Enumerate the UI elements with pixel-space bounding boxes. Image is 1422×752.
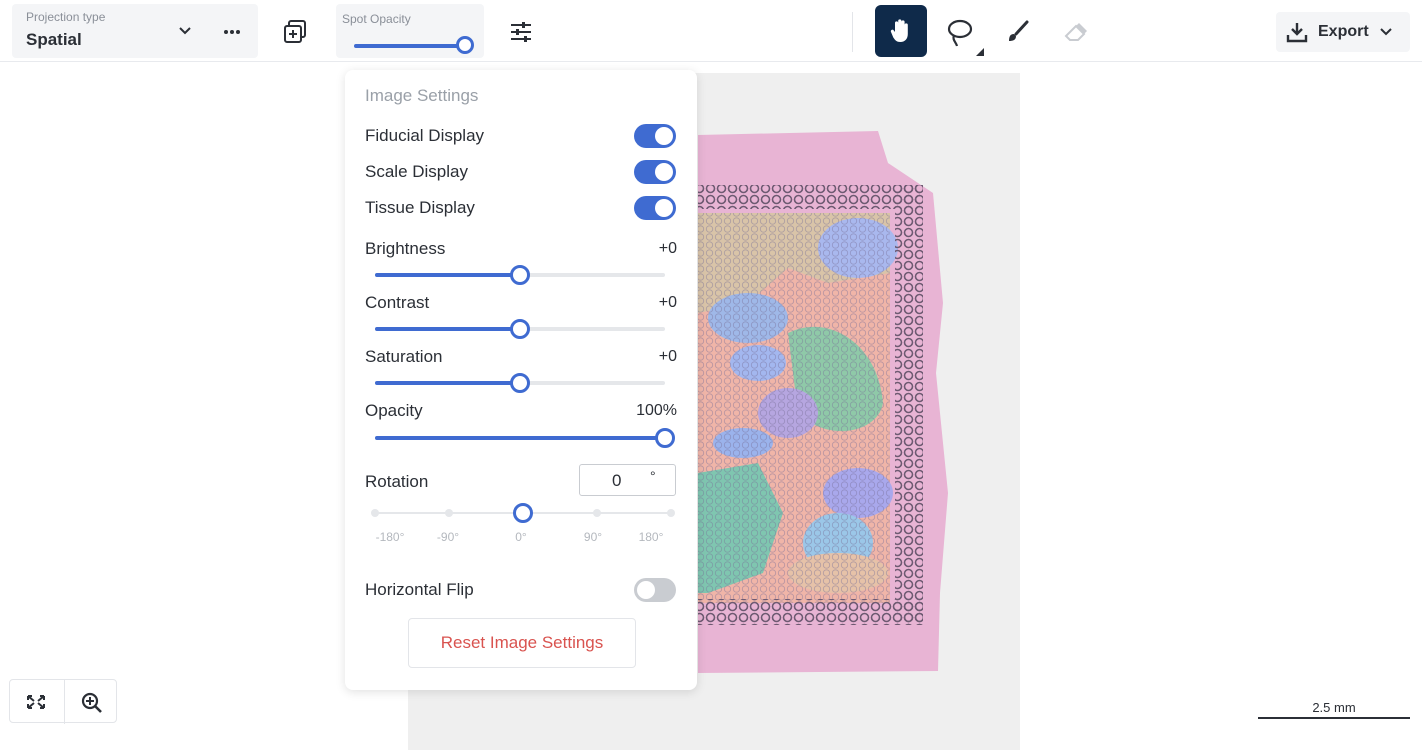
saturation-slider-thumb[interactable] bbox=[510, 373, 530, 393]
view-controls-divider bbox=[64, 680, 65, 724]
lasso-icon bbox=[947, 19, 984, 56]
brightness-value: +0 bbox=[658, 240, 677, 257]
scale-bar-label: 2.5 mm bbox=[1312, 700, 1356, 715]
hand-tool-button[interactable] bbox=[875, 5, 927, 57]
rotation-input-value: 0 bbox=[612, 471, 622, 490]
rotation-tick: 0° bbox=[515, 530, 527, 544]
zoom-in-icon[interactable] bbox=[80, 692, 104, 714]
spot-opacity-track[interactable] bbox=[354, 44, 466, 48]
spot-opacity-thumb[interactable] bbox=[456, 36, 474, 54]
view-controls bbox=[9, 679, 117, 724]
more-icon[interactable] bbox=[220, 20, 244, 44]
filter-sliders-icon bbox=[511, 22, 531, 42]
opacity-value: 100% bbox=[636, 402, 677, 419]
chevron-down-icon bbox=[1379, 28, 1392, 36]
projection-type-select[interactable]: Projection type Spatial bbox=[12, 4, 258, 58]
image-settings-panel: Image Settings Fiducial Display Scale Di… bbox=[345, 70, 697, 690]
rotation-stop bbox=[593, 509, 601, 517]
rotation-slider[interactable] bbox=[371, 503, 675, 523]
opacity-label: Opacity bbox=[365, 401, 423, 420]
layers-button[interactable] bbox=[280, 16, 312, 48]
projection-type-label: Projection type bbox=[26, 10, 106, 24]
app-window: Projection type Spatial Spot Opacity Exp… bbox=[0, 0, 1422, 752]
brush-icon bbox=[1009, 20, 1029, 41]
horizontal-flip-label: Horizontal Flip bbox=[365, 580, 474, 599]
saturation-value: +0 bbox=[658, 348, 677, 365]
spot-opacity-label: Spot Opacity bbox=[342, 12, 411, 26]
rotation-tick: 180° bbox=[638, 530, 664, 544]
rotation-unit: ° bbox=[650, 468, 656, 484]
rotation-tick: -90° bbox=[436, 530, 460, 544]
tissue-display-toggle[interactable] bbox=[634, 196, 676, 220]
brush-tool-button[interactable] bbox=[1000, 14, 1036, 50]
brightness-slider-thumb[interactable] bbox=[510, 265, 530, 285]
rotation-stop bbox=[667, 509, 675, 517]
download-icon bbox=[1286, 23, 1308, 43]
rotation-label: Rotation bbox=[365, 472, 429, 491]
toolbar: Projection type Spatial Spot Opacity Exp… bbox=[0, 0, 1422, 62]
export-button[interactable]: Export bbox=[1276, 12, 1410, 52]
export-label: Export bbox=[1318, 23, 1369, 40]
rotation-tick: 90° bbox=[583, 530, 603, 544]
contrast-slider[interactable] bbox=[375, 319, 665, 339]
saturation-label: Saturation bbox=[365, 347, 443, 366]
eraser-tool-button[interactable] bbox=[1058, 14, 1094, 50]
opacity-slider-thumb[interactable] bbox=[655, 428, 675, 448]
opacity-slider[interactable] bbox=[375, 428, 675, 448]
contrast-slider-thumb[interactable] bbox=[510, 319, 530, 339]
brightness-label: Brightness bbox=[365, 239, 446, 258]
chevron-down-icon bbox=[179, 27, 191, 35]
spot-opacity-control: Spot Opacity bbox=[336, 4, 484, 58]
lasso-tool-button[interactable] bbox=[938, 12, 986, 56]
fiducial-display-toggle[interactable] bbox=[634, 124, 676, 148]
contrast-label: Contrast bbox=[365, 293, 430, 312]
scale-display-label: Scale Display bbox=[365, 162, 468, 181]
rotation-input[interactable]: 0 ° bbox=[579, 464, 676, 496]
reset-image-settings-button[interactable]: Reset Image Settings bbox=[408, 618, 636, 668]
fiducial-display-label: Fiducial Display bbox=[365, 126, 485, 145]
rotation-stop bbox=[445, 509, 453, 517]
hand-icon bbox=[890, 19, 908, 42]
eraser-icon bbox=[1064, 23, 1087, 41]
tissue-display-label: Tissue Display bbox=[365, 198, 475, 217]
fit-to-view-icon[interactable] bbox=[24, 692, 48, 712]
projection-type-value: Spatial bbox=[26, 30, 82, 49]
rotation-slider-thumb[interactable] bbox=[513, 503, 533, 523]
filters-button[interactable] bbox=[505, 16, 537, 48]
contrast-value: +0 bbox=[658, 294, 677, 311]
layers-icon bbox=[284, 20, 306, 43]
scale-bar-line bbox=[1258, 717, 1410, 719]
toolbar-divider bbox=[852, 12, 853, 52]
brightness-slider[interactable] bbox=[375, 265, 665, 285]
horizontal-flip-toggle[interactable] bbox=[634, 578, 676, 602]
rotation-stop bbox=[371, 509, 379, 517]
scale-bar: 2.5 mm bbox=[1258, 700, 1410, 719]
scale-display-toggle[interactable] bbox=[634, 160, 676, 184]
saturation-slider[interactable] bbox=[375, 373, 665, 393]
rotation-tick: -180° bbox=[375, 530, 405, 544]
panel-title: Image Settings bbox=[365, 86, 479, 105]
